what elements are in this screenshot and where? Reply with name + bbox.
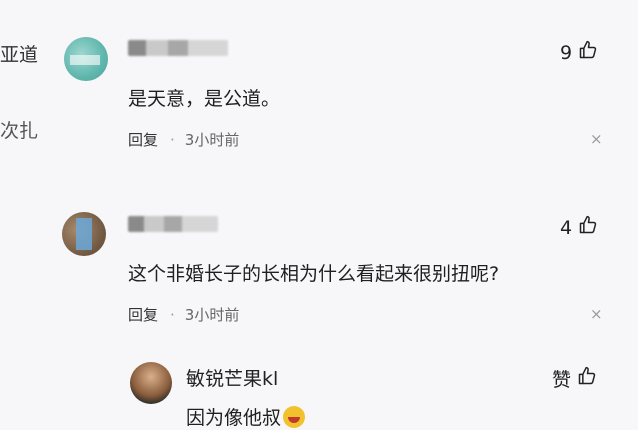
comment-meta: 回复 · 3小时前 [128,304,239,325]
like-count: 4 [560,216,573,239]
comment-text: 是天意，是公道。 [128,88,281,110]
close-icon[interactable]: × [590,130,603,148]
reply-button[interactable]: 回复 [128,304,158,325]
reply-like-button[interactable]: 赞 [552,365,597,392]
thumbs-up-icon [577,366,597,391]
like-button[interactable]: 4 [560,215,598,240]
truncated-edge-text: 次扎 [0,120,39,142]
timestamp: 3小时前 [184,131,240,149]
timestamp: 3小时前 [184,306,240,324]
thumbs-up-icon [578,215,598,240]
reply-author[interactable]: 敏锐芒果kl [186,364,278,391]
blurred-username [128,40,228,56]
close-icon[interactable]: × [590,305,603,323]
reply-avatar[interactable] [130,362,172,404]
blurred-username [128,216,218,232]
truncated-edge-text: 亚道 [0,44,39,66]
like-label: 赞 [552,369,572,391]
comment-meta: 回复 · 3小时前 [128,129,239,150]
reply-text-content: 因为像他叔 [186,407,282,429]
thumbs-up-icon [578,40,598,65]
separator-dot: · [170,305,175,324]
avatar[interactable] [62,212,106,256]
laughing-emoji-icon [283,405,306,428]
avatar[interactable] [64,37,108,81]
comment-text: 这个非婚长子的长相为什么看起来很别扭呢? [128,263,500,285]
like-button[interactable]: 9 [560,40,598,65]
like-count: 9 [560,41,573,64]
separator-dot: · [170,130,175,149]
reply-button[interactable]: 回复 [128,129,158,150]
reply-text: 因为像他叔 [186,403,306,430]
